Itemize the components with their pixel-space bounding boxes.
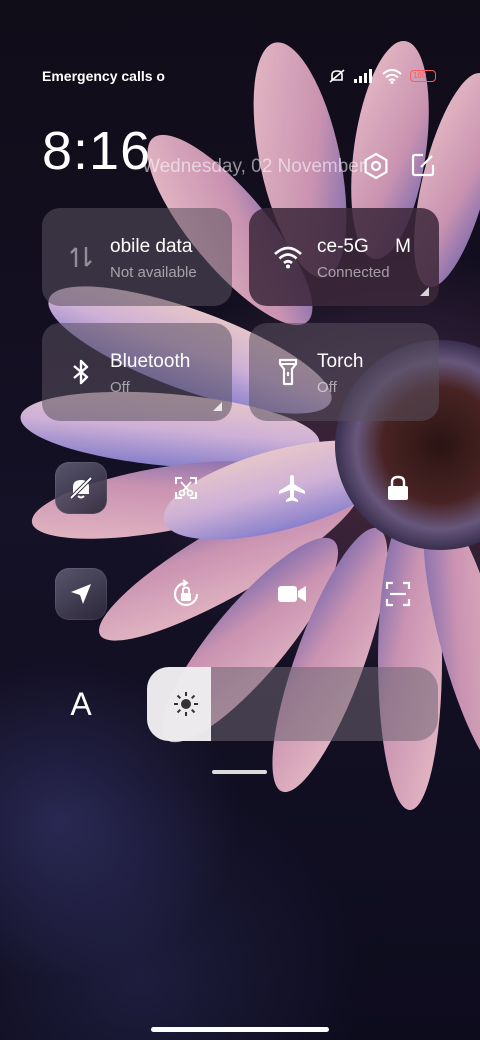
tile-wifi-title: ce-5G M bbox=[317, 236, 411, 257]
airplane-icon bbox=[279, 475, 305, 502]
wifi-icon bbox=[382, 68, 402, 84]
tile-mobile-data-title: obile data bbox=[110, 236, 193, 257]
location-icon bbox=[71, 584, 91, 604]
toggle-airplane[interactable] bbox=[266, 462, 318, 514]
lock-icon bbox=[388, 475, 408, 500]
auto-rotate-icon bbox=[173, 579, 199, 607]
toggle-location[interactable] bbox=[55, 568, 107, 620]
clock-time: 8:16 bbox=[42, 121, 152, 181]
video-icon bbox=[278, 586, 306, 602]
torch-icon bbox=[278, 358, 298, 386]
tile-bluetooth-title: Bluetooth bbox=[110, 351, 191, 372]
battery-level: 100 bbox=[413, 71, 427, 80]
brightness-slider[interactable] bbox=[147, 667, 438, 741]
wifi-icon bbox=[274, 246, 302, 269]
tile-torch-title: Torch bbox=[317, 351, 364, 372]
toggle-screenshot[interactable] bbox=[160, 462, 212, 514]
panel-drag-handle[interactable] bbox=[212, 770, 267, 774]
edit-icon[interactable] bbox=[410, 152, 436, 178]
tile-expand-corner[interactable] bbox=[420, 287, 429, 296]
tile-mobile-data-subtitle: Not available bbox=[110, 264, 197, 281]
tile-bluetooth[interactable]: Bluetooth Off bbox=[42, 323, 232, 421]
mobile-data-icon bbox=[70, 247, 92, 267]
toggle-auto-rotate[interactable] bbox=[160, 568, 212, 620]
toggle-lock[interactable] bbox=[372, 462, 424, 514]
battery-icon: 100 bbox=[410, 70, 436, 82]
home-indicator[interactable] bbox=[151, 1027, 329, 1032]
sun-icon bbox=[174, 692, 198, 716]
scanner-icon bbox=[385, 581, 411, 607]
signal-icon bbox=[354, 69, 372, 83]
tile-wifi-subtitle: Connected bbox=[317, 264, 390, 281]
settings-icon[interactable] bbox=[362, 152, 390, 180]
font-size-button[interactable]: A bbox=[58, 678, 104, 730]
screenshot-icon bbox=[175, 477, 197, 499]
tile-torch[interactable]: Torch Off bbox=[249, 323, 439, 421]
toggle-scanner[interactable] bbox=[372, 568, 424, 620]
tile-wifi[interactable]: ce-5G M Connected bbox=[249, 208, 439, 306]
bluetooth-icon bbox=[73, 359, 89, 385]
silent-bell-icon bbox=[69, 476, 93, 500]
toggle-silent[interactable] bbox=[55, 462, 107, 514]
tile-expand-corner[interactable] bbox=[213, 402, 222, 411]
clock-date[interactable]: Wednesday, 02 November bbox=[142, 156, 365, 178]
status-icons: 100 bbox=[328, 68, 436, 84]
silent-icon bbox=[329, 69, 345, 83]
tile-mobile-data[interactable]: obile data Not available bbox=[42, 208, 232, 306]
status-bar: Emergency calls o 100 bbox=[0, 64, 480, 90]
toggle-video[interactable] bbox=[266, 568, 318, 620]
tile-bluetooth-subtitle: Off bbox=[110, 379, 130, 396]
tile-torch-subtitle: Off bbox=[317, 379, 337, 396]
status-carrier-text: Emergency calls o bbox=[42, 68, 165, 84]
